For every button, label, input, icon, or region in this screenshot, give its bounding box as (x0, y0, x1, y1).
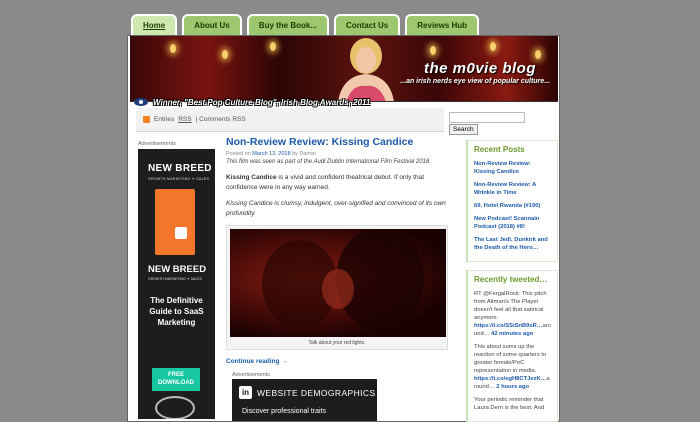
recent-tweets-widget: Recently tweeted… RT @FergalRock: This p… (466, 270, 558, 422)
ad-brand: NEW BREED (148, 163, 212, 174)
rss-icon (143, 116, 150, 123)
post-film-name: Kissing Candice (226, 200, 273, 207)
entries-rss-label: Entries (154, 116, 175, 123)
recent-post-link[interactable]: 69. Hotel Rwanda (#190) (474, 202, 551, 210)
tab-buy-the-book[interactable]: Buy the Book... (246, 14, 330, 35)
post-film-name: Kissing Candice (226, 174, 277, 181)
post-author: Darren (299, 151, 317, 157)
left-advertisement[interactable]: NEW BREED GROWTH MARKETING ✦ SALES NEW B… (138, 149, 215, 419)
bottom-advertisement[interactable]: in WEBSITE DEMOGRAPHICS Discover profess… (232, 379, 377, 421)
tweet-time[interactable]: 2 hours ago (496, 384, 529, 390)
recent-post-link[interactable]: Non-Review Review: Kissing Candice (474, 160, 551, 176)
ad-pitch: The Definitive Guide to SaaS Marketing (149, 296, 204, 327)
lamp-light (490, 42, 496, 51)
page-wrapper: the m0vie blog ...an irish nerds eye vie… (127, 35, 560, 422)
tab-reviews-hub[interactable]: Reviews Hub (405, 14, 480, 35)
entries-rss-link[interactable]: RSS (178, 116, 191, 123)
post-paragraph: Kissing Candice is a vivid and confident… (226, 173, 451, 192)
ad-ebook-cover (155, 189, 195, 255)
tweet: This about sums up the reaction of some … (474, 343, 551, 391)
continue-reading[interactable]: Continue reading → (226, 358, 451, 365)
recent-posts-title: Recent Posts (474, 145, 525, 154)
ad-label: Advertisements (232, 372, 270, 378)
award-text: Winner, "Best Pop Culture Blog", Irish B… (153, 97, 371, 107)
arrow-right-icon: → (281, 358, 288, 365)
post-figure: Talk about your red lights. (226, 225, 448, 350)
tweet: Your periodic reminder that Laura Dern i… (474, 396, 551, 412)
lamp-light (430, 46, 436, 55)
linkedin-icon: in (239, 386, 252, 399)
continue-reading-link[interactable]: Continue reading (226, 358, 279, 365)
award-banner: Winner, "Best Pop Culture Blog", Irish B… (133, 97, 370, 107)
recent-tweets-title: Recently tweeted… (474, 275, 548, 284)
recent-post-link[interactable]: Non-Review Review: A Wrinkle in Time (474, 181, 551, 197)
comments-rss-link[interactable]: | Comments RSS (196, 116, 246, 123)
ad-brand: NEW BREED (148, 264, 207, 275)
figure-caption: Talk about your red lights. (308, 340, 366, 346)
tweet: RT @FergalRock: This pitch from Altman's… (474, 290, 551, 338)
post-title[interactable]: Non-Review Review: Kissing Candice (226, 136, 451, 148)
recent-post-link[interactable]: The Last Jedi, Dunkirk and the Death of … (474, 236, 551, 252)
sidebar: Recent Posts Non-Review Review: Kissing … (466, 140, 558, 422)
ad-partner-badge (155, 396, 195, 419)
lamp-light (270, 42, 276, 51)
blog-post: Non-Review Review: Kissing Candice Poste… (226, 136, 451, 365)
post-paragraph: Kissing Candice is clumsy, indulgent, ov… (226, 199, 451, 218)
shamrock-icon (134, 98, 148, 106)
tweet-link[interactable]: https://t.co/egH8CTJezK… (474, 376, 546, 382)
search-input[interactable] (449, 112, 525, 123)
tweet-time[interactable]: 42 minutes ago (491, 331, 533, 337)
film-still-art (262, 229, 424, 331)
post-meta-prefix: Posted on (226, 151, 253, 157)
ad-download-button[interactable]: FREE DOWNLOAD (152, 368, 200, 391)
banner-portrait (338, 38, 394, 101)
tweet-text: This about sums up the reaction of some … (474, 344, 547, 374)
ad-subline: Discover professional traits (242, 408, 327, 415)
tweet-text: Your periodic reminder that Laura Dern i… (474, 397, 545, 411)
tweet-text: RT @FergalRock: This pitch from Altman's… (474, 291, 547, 321)
site-title: the m0vie blog (423, 60, 536, 77)
ad-label: Advertisements (138, 141, 176, 147)
feeds-bar: Entries RSS | Comments RSS (136, 108, 444, 132)
tab-about-us[interactable]: About Us (182, 14, 242, 35)
ad-headline: WEBSITE DEMOGRAPHICS (257, 388, 376, 398)
ad-brand-sub: GROWTH MARKETING ✦ SALES (148, 177, 210, 181)
post-date-link[interactable]: March 13, 2018 (252, 151, 290, 157)
recent-posts-widget: Recent Posts Non-Review Review: Kissing … (466, 140, 558, 262)
top-nav: Home About Us Buy the Book... Contact Us… (131, 14, 480, 35)
tweet-link[interactable]: https://t.co/SSiSnB9sR… (474, 323, 543, 329)
site-tagline: ...an irish nerds eye view of popular cu… (400, 78, 550, 85)
lamp-light (535, 50, 541, 59)
post-meta: Posted on March 13, 2018 by Darren (226, 151, 451, 157)
tab-contact-us[interactable]: Contact Us (334, 14, 401, 35)
header-banner[interactable]: the m0vie blog ...an irish nerds eye vie… (130, 36, 558, 102)
lamp-light (170, 44, 176, 53)
lamp-light (222, 50, 228, 59)
ad-brand-sub: GROWTH MARKETING ✦ SALES (148, 277, 202, 281)
tab-home[interactable]: Home (131, 14, 178, 35)
search-button[interactable]: Search (449, 124, 478, 135)
recent-post-link[interactable]: New Podcast! Scannain Podcast (2018) #8! (474, 215, 551, 231)
post-note: This film was seen as part of the Audi D… (226, 159, 431, 165)
film-still[interactable] (230, 229, 446, 337)
